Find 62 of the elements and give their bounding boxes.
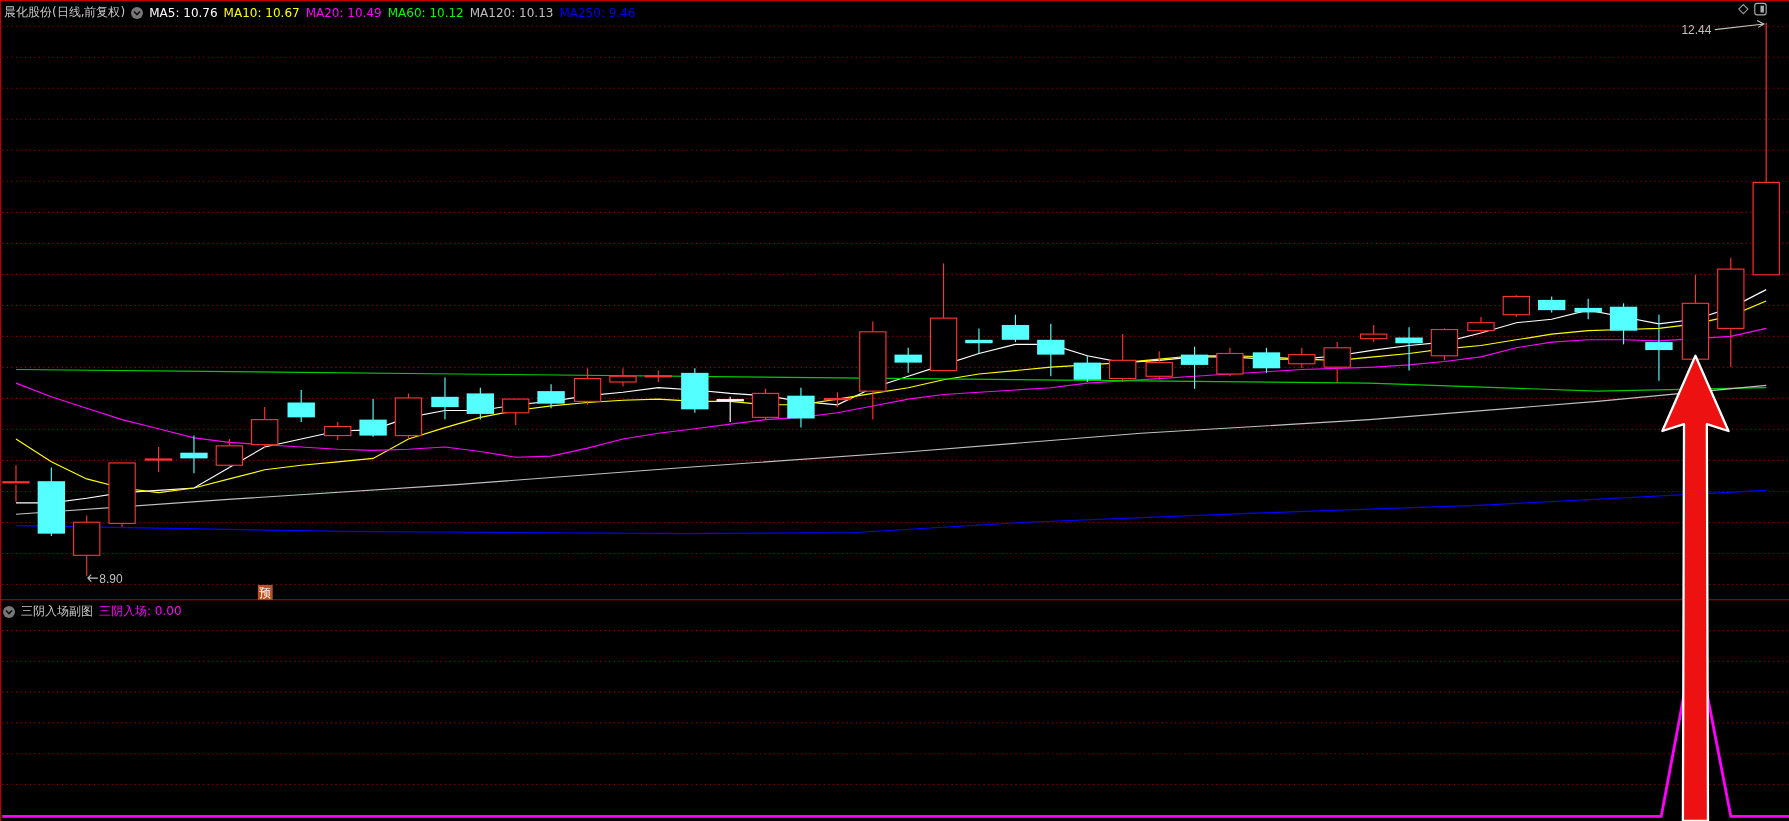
candlestick <box>108 462 136 528</box>
candlestick <box>502 398 530 426</box>
candlestick <box>324 421 352 441</box>
candlestick <box>1574 298 1602 320</box>
low-pointer-arrow <box>87 574 99 583</box>
chart-title: 晨化股份(日线,前复权) <box>4 4 126 21</box>
candlestick <box>1180 346 1209 390</box>
candlestick <box>787 387 815 429</box>
candlestick <box>251 406 279 449</box>
candlestick <box>609 367 637 388</box>
candlestick <box>1467 316 1495 335</box>
candlestick <box>466 387 495 421</box>
candlestick <box>1073 355 1101 383</box>
candlestick <box>965 327 993 355</box>
candlestick <box>37 466 66 537</box>
candlestick <box>1502 294 1530 318</box>
candlestick <box>1538 295 1566 313</box>
candlestick <box>359 398 387 438</box>
candlestick <box>1323 341 1351 384</box>
indicator-value: MA10: 10.67 <box>223 5 300 20</box>
candlestick <box>1395 326 1423 372</box>
low-price-label: 8.90 <box>99 571 123 586</box>
indicator-value: MA250: 9.46 <box>559 5 636 20</box>
candlestick <box>716 396 744 423</box>
candlestick <box>1288 347 1316 369</box>
candlestick <box>751 388 780 421</box>
candlestick <box>215 438 243 469</box>
candlestick <box>894 347 922 374</box>
indicator-value: MA5: 10.76 <box>149 5 218 20</box>
candlestick <box>180 435 208 474</box>
candlestick <box>644 370 672 383</box>
indicator-value: MA20: 10.49 <box>305 5 382 20</box>
candlestick <box>1216 347 1244 377</box>
candlestick <box>431 376 459 421</box>
candlestick <box>1001 314 1030 343</box>
candlestick <box>537 383 565 409</box>
candlestick <box>144 446 173 473</box>
high-pointer-arrow <box>1714 19 1766 31</box>
indicator-value: MA120: 10.13 <box>469 5 554 20</box>
chart-title: 三阴入场副图 <box>21 603 93 620</box>
candlestick <box>73 514 101 577</box>
candlestick <box>2 464 30 503</box>
indicator-value: 三阴入场: 0.00 <box>99 603 182 620</box>
dropdown-icon[interactable] <box>3 605 15 618</box>
candlestick <box>1609 302 1638 345</box>
candlestick <box>1037 323 1065 377</box>
dropdown-icon[interactable] <box>131 6 144 19</box>
high-price-label: 12.44 <box>1681 23 1712 38</box>
candlestick <box>287 389 315 423</box>
diamond-icon[interactable] <box>1738 3 1749 15</box>
candlestick <box>823 391 852 408</box>
candlestick <box>1430 327 1459 361</box>
candlestick <box>1109 333 1137 383</box>
candlestick <box>573 367 602 406</box>
candlestick <box>681 367 709 414</box>
candlestick <box>1145 350 1173 381</box>
panel-toggle-icon[interactable] <box>1754 2 1767 16</box>
indicator-value: MA60: 10.12 <box>387 5 464 20</box>
candlestick <box>394 392 423 439</box>
candlestick <box>1360 324 1388 343</box>
candlestick <box>1252 347 1281 374</box>
candlestick <box>1645 314 1673 382</box>
